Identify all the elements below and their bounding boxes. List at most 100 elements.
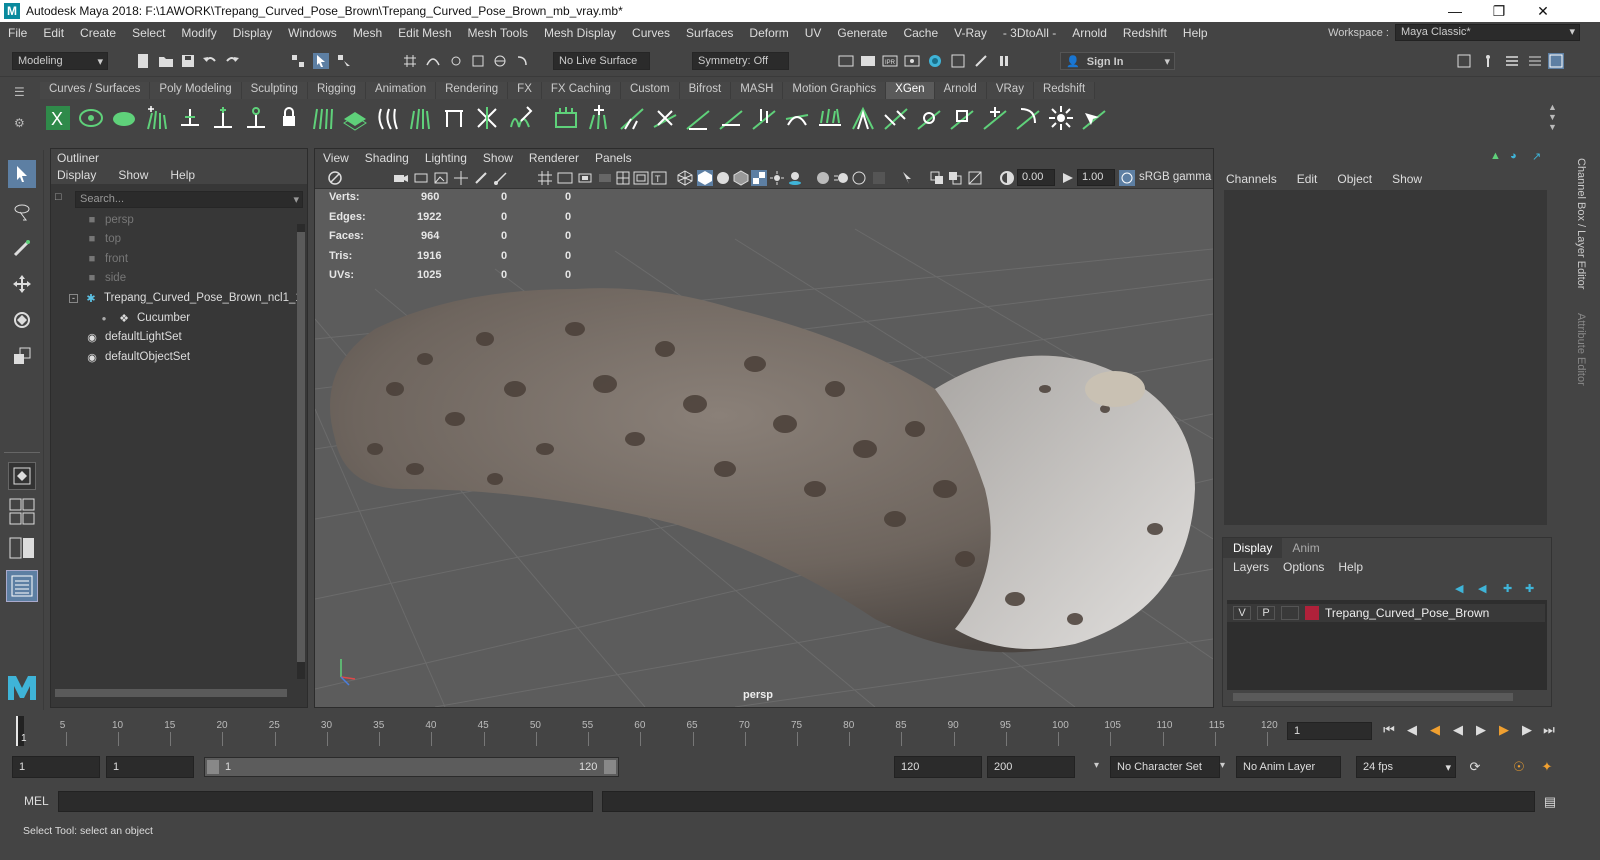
select-camera-icon[interactable] <box>327 170 343 186</box>
layer-visibility-toggle[interactable]: V <box>1233 606 1251 620</box>
gamma-icon[interactable] <box>1060 170 1076 186</box>
outliner-item-top[interactable]: ■ top <box>85 230 121 248</box>
select-tool-icon[interactable] <box>8 160 36 188</box>
resolution-gate-icon[interactable] <box>577 170 593 186</box>
xray-components-icon[interactable] <box>967 170 983 186</box>
shelf-scroll-arrows[interactable]: ▲ ▼ ▼ <box>1548 102 1560 132</box>
channel-box-key-icon[interactable]: ▲ <box>1490 150 1504 164</box>
open-scene-icon[interactable] <box>158 53 174 69</box>
xgen-cut-brush-icon[interactable] <box>717 104 745 132</box>
symmetry-dropdown[interactable]: Symmetry: Off <box>692 52 789 70</box>
anti-aliasing-icon[interactable] <box>851 170 867 186</box>
outliner-menu-help[interactable]: Help <box>170 168 195 182</box>
perspective-viewport[interactable]: View Shading Lighting Show Renderer Pane… <box>314 148 1214 708</box>
xgen-part-brush-icon[interactable] <box>882 104 910 132</box>
film-gate-icon[interactable] <box>557 170 573 186</box>
chevron-down-icon[interactable]: ▾ <box>1094 760 1099 771</box>
time-ruler[interactable]: 1 5 10 15 20 25 30 35 40 45 50 55 60 65 70 75 80 85 90 95 1… <box>12 716 1278 746</box>
gamma-field[interactable]: 1.00 <box>1077 169 1115 186</box>
2d-pan-zoom-icon[interactable] <box>453 170 469 186</box>
menu-edit[interactable]: Edit <box>35 26 72 40</box>
paint-select-tool-icon[interactable] <box>8 234 36 262</box>
rotate-tool-icon[interactable] <box>8 306 36 334</box>
shelf-tab-mash[interactable]: MASH <box>731 82 784 99</box>
shadows-icon[interactable] <box>787 170 803 186</box>
layer-tab-display[interactable]: Display <box>1223 538 1283 558</box>
gate-mask-icon[interactable] <box>597 170 613 186</box>
shelf-tab-arnold[interactable]: Arnold <box>934 82 987 99</box>
hypershade-icon[interactable] <box>927 53 943 69</box>
xgen-attractor-brush-icon[interactable] <box>981 104 1009 132</box>
layer-row[interactable]: V P Trepang_Curved_Pose_Brown <box>1227 604 1545 622</box>
shelf-menu-icon[interactable]: ☰ <box>14 85 30 99</box>
xgen-smooth-icon[interactable] <box>506 104 534 132</box>
move-layer-down-icon[interactable]: ◀ <box>1478 582 1492 595</box>
command-input[interactable] <box>58 791 593 812</box>
color-space-label[interactable]: sRGB gamma <box>1139 171 1211 183</box>
step-forward-frame-icon[interactable]: ▶ <box>1518 721 1536 739</box>
shelf-tab-fx-caching[interactable]: FX Caching <box>541 82 621 99</box>
menu-cache[interactable]: Cache <box>895 26 946 40</box>
shelf-tab-redshift[interactable]: Redshift <box>1033 82 1096 99</box>
outliner-item-trepang-group[interactable]: - ✱ Trepang_Curved_Pose_Brown_ncl1_1 <box>69 289 302 307</box>
anim-layer-dropdown[interactable]: No Anim Layer <box>1236 756 1341 778</box>
channel-box-menu-channels[interactable]: Channels <box>1226 172 1277 186</box>
channel-box-expand-icon[interactable]: ↗ <box>1532 150 1546 164</box>
shelf-settings-icon[interactable]: ⚙ <box>14 116 30 130</box>
snap-surface-icon[interactable] <box>492 53 508 69</box>
menu-create[interactable]: Create <box>72 26 124 40</box>
menu-uv[interactable]: UV <box>797 26 830 40</box>
tool-settings-toggle-icon[interactable] <box>1527 53 1543 69</box>
animation-preferences-icon[interactable]: ✦ <box>1538 758 1556 776</box>
range-start-handle[interactable] <box>207 760 219 774</box>
shelf-tab-rendering[interactable]: Rendering <box>436 82 509 99</box>
xray-joints-icon[interactable] <box>947 170 963 186</box>
script-editor-icon[interactable]: ▤ <box>1541 793 1559 811</box>
menu-redshift[interactable]: Redshift <box>1115 26 1175 40</box>
save-scene-icon[interactable] <box>180 53 196 69</box>
xgen-bend-brush-icon[interactable] <box>1014 104 1042 132</box>
ambient-occlusion-icon[interactable] <box>815 170 831 186</box>
close-button[interactable]: ✕ <box>1520 0 1566 22</box>
outliner-item-persp[interactable]: ■ persp <box>85 211 134 229</box>
xgen-place-icon[interactable] <box>618 104 646 132</box>
xgen-density-brush-icon[interactable] <box>651 104 679 132</box>
new-layer-from-selection-icon[interactable]: ✚ <box>1525 582 1539 595</box>
menu-3dtoall[interactable]: - 3DtoAll - <box>995 26 1064 40</box>
viewport-menu-renderer[interactable]: Renderer <box>521 149 587 167</box>
xgen-sculpt-guide-icon[interactable] <box>242 104 270 132</box>
shelf-tab-curves-surfaces[interactable]: Curves / Surfaces <box>40 82 151 99</box>
sign-in-button[interactable]: 👤 Sign In ▾ <box>1060 52 1175 70</box>
playback-range-bar[interactable]: 1 120 <box>204 757 619 777</box>
step-forward-key-icon[interactable]: ▶ <box>1495 721 1513 739</box>
auto-key-icon[interactable]: ☉ <box>1510 758 1528 776</box>
shelf-tab-vray[interactable]: VRay <box>986 82 1034 99</box>
minimize-button[interactable]: — <box>1432 0 1478 22</box>
play-backwards-icon[interactable]: ◀ <box>1449 721 1467 739</box>
menu-mesh[interactable]: Mesh <box>345 26 390 40</box>
xgen-scatter-brush-icon[interactable] <box>1047 104 1075 132</box>
outliner-item-default-object-set[interactable]: ◉ defaultObjectSet <box>85 348 190 366</box>
layer-display-type-toggle[interactable] <box>1281 606 1299 620</box>
textured-icon[interactable] <box>751 170 767 186</box>
snap-point-icon[interactable] <box>448 53 464 69</box>
layer-color-swatch[interactable] <box>1305 606 1319 620</box>
field-chart-icon[interactable] <box>615 170 631 186</box>
outliner-menu-show[interactable]: Show <box>118 168 148 182</box>
collapse-icon[interactable]: - <box>69 293 78 303</box>
smooth-shade-icon[interactable] <box>697 170 713 186</box>
image-plane-icon[interactable] <box>433 170 449 186</box>
wireframe-icon[interactable] <box>677 170 693 186</box>
undo-icon[interactable] <box>202 53 218 69</box>
character-controls-icon[interactable] <box>1480 53 1496 69</box>
outliner-item-default-light-set[interactable]: ◉ defaultLightSet <box>85 328 182 346</box>
scale-tool-icon[interactable] <box>8 342 36 370</box>
viewport-menu-view[interactable]: View <box>315 149 357 167</box>
xgen-density-icon[interactable] <box>341 104 369 132</box>
move-tool-icon[interactable] <box>8 270 36 298</box>
redo-icon[interactable] <box>224 53 240 69</box>
xgen-cut-icon[interactable] <box>473 104 501 132</box>
xgen-select-brush-icon[interactable] <box>1080 104 1108 132</box>
xgen-create-grooming-icon[interactable] <box>552 104 580 132</box>
animation-start-field[interactable]: 1 <box>12 756 100 778</box>
